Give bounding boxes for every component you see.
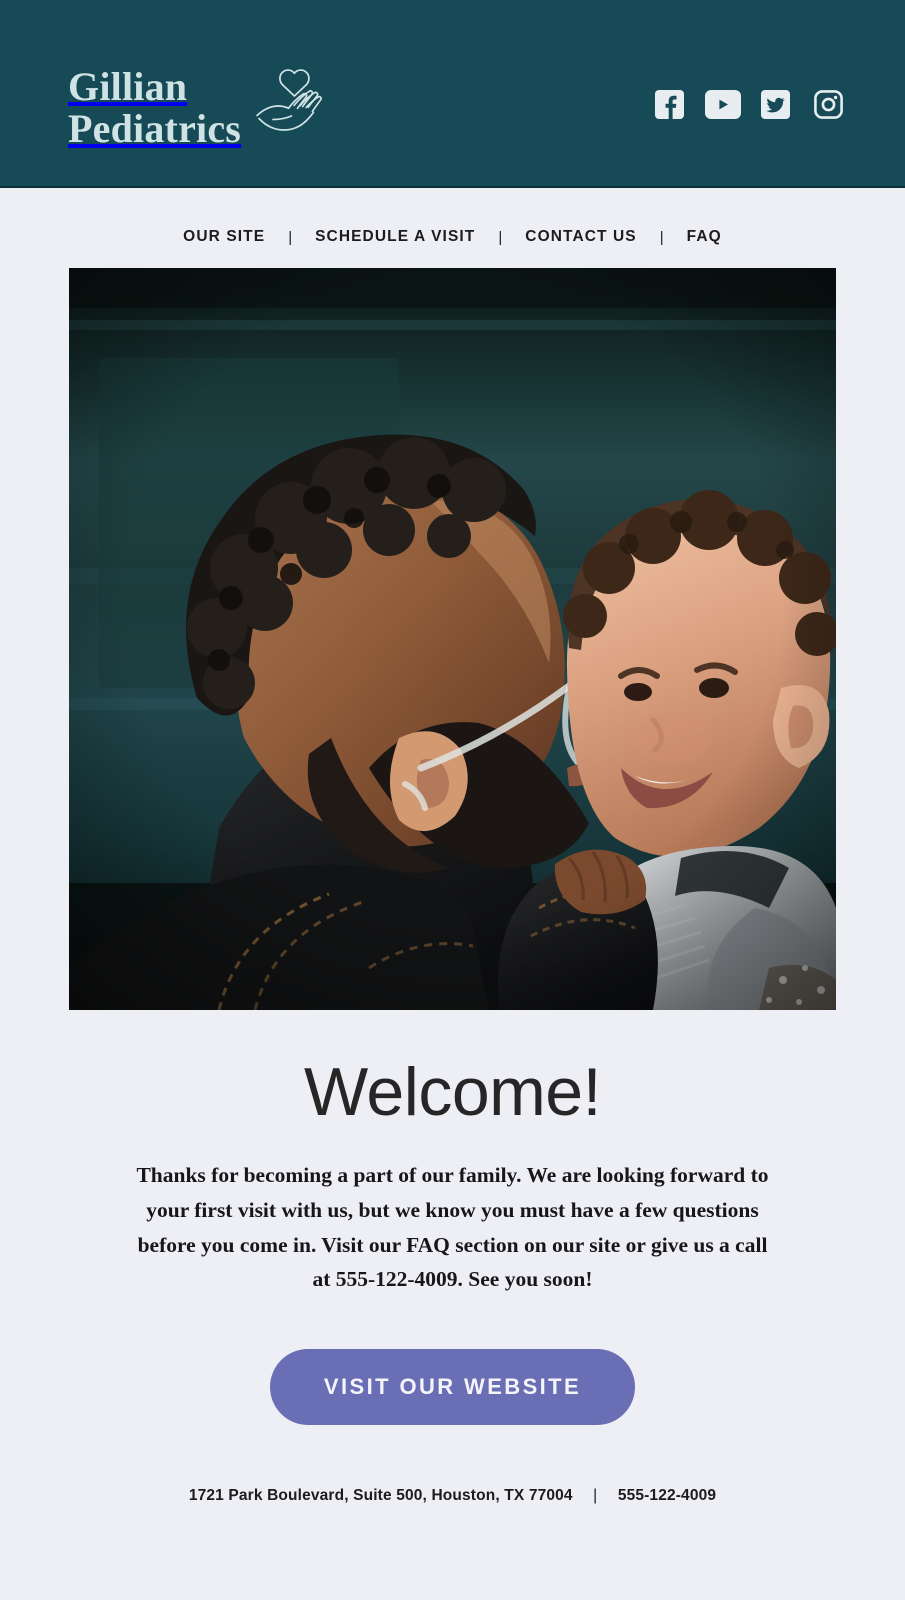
primary-nav: OUR SITE | SCHEDULE A VISIT | CONTACT US…	[0, 188, 905, 254]
nav-item-contact-us[interactable]: CONTACT US	[525, 228, 636, 246]
nav-item-faq[interactable]: FAQ	[687, 228, 722, 246]
facebook-icon	[655, 89, 684, 124]
brand-line-2: Pediatrics	[68, 105, 242, 151]
main-content: Welcome! Thanks for becoming a part of o…	[0, 1054, 905, 1426]
site-header: Gillian Pediatrics	[0, 0, 905, 188]
social-links	[655, 89, 843, 124]
social-link-instagram[interactable]	[814, 89, 843, 124]
hero-image	[69, 268, 836, 1010]
nav-item-our-site[interactable]: OUR SITE	[183, 228, 265, 246]
twitter-icon	[761, 89, 790, 124]
visit-our-website-button[interactable]: VISIT OUR WEBSITE	[269, 1349, 636, 1426]
nav-item-schedule-a-visit[interactable]: SCHEDULE A VISIT	[315, 228, 475, 246]
footer-phone: 555-122-4009	[617, 1487, 717, 1505]
hero-image-wrapper	[0, 254, 905, 1010]
youtube-icon	[704, 89, 741, 124]
nav-separator: |	[498, 228, 503, 246]
social-link-facebook[interactable]	[655, 89, 684, 124]
social-link-twitter[interactable]	[761, 89, 790, 124]
nav-separator: |	[659, 228, 664, 246]
site-footer: 1721 Park Boulevard, Suite 500, Houston,…	[0, 1487, 905, 1505]
instagram-icon	[814, 89, 843, 124]
brand-name: Gillian Pediatrics	[68, 34, 241, 150]
page-title: Welcome!	[303, 1054, 602, 1130]
footer-address: 1721 Park Boulevard, Suite 500, Houston,…	[188, 1487, 573, 1505]
cta-container: VISIT OUR WEBSITE	[70, 1349, 835, 1426]
brand-line-1: Gillian	[68, 63, 188, 109]
social-link-youtube[interactable]	[704, 89, 741, 121]
hand-holding-heart-icon	[247, 62, 333, 153]
nav-separator: |	[288, 228, 293, 246]
footer-separator: |	[593, 1487, 598, 1505]
brand-logo[interactable]: Gillian Pediatrics	[68, 34, 333, 153]
welcome-body-text: Thanks for becoming a part of our family…	[136, 1163, 769, 1292]
